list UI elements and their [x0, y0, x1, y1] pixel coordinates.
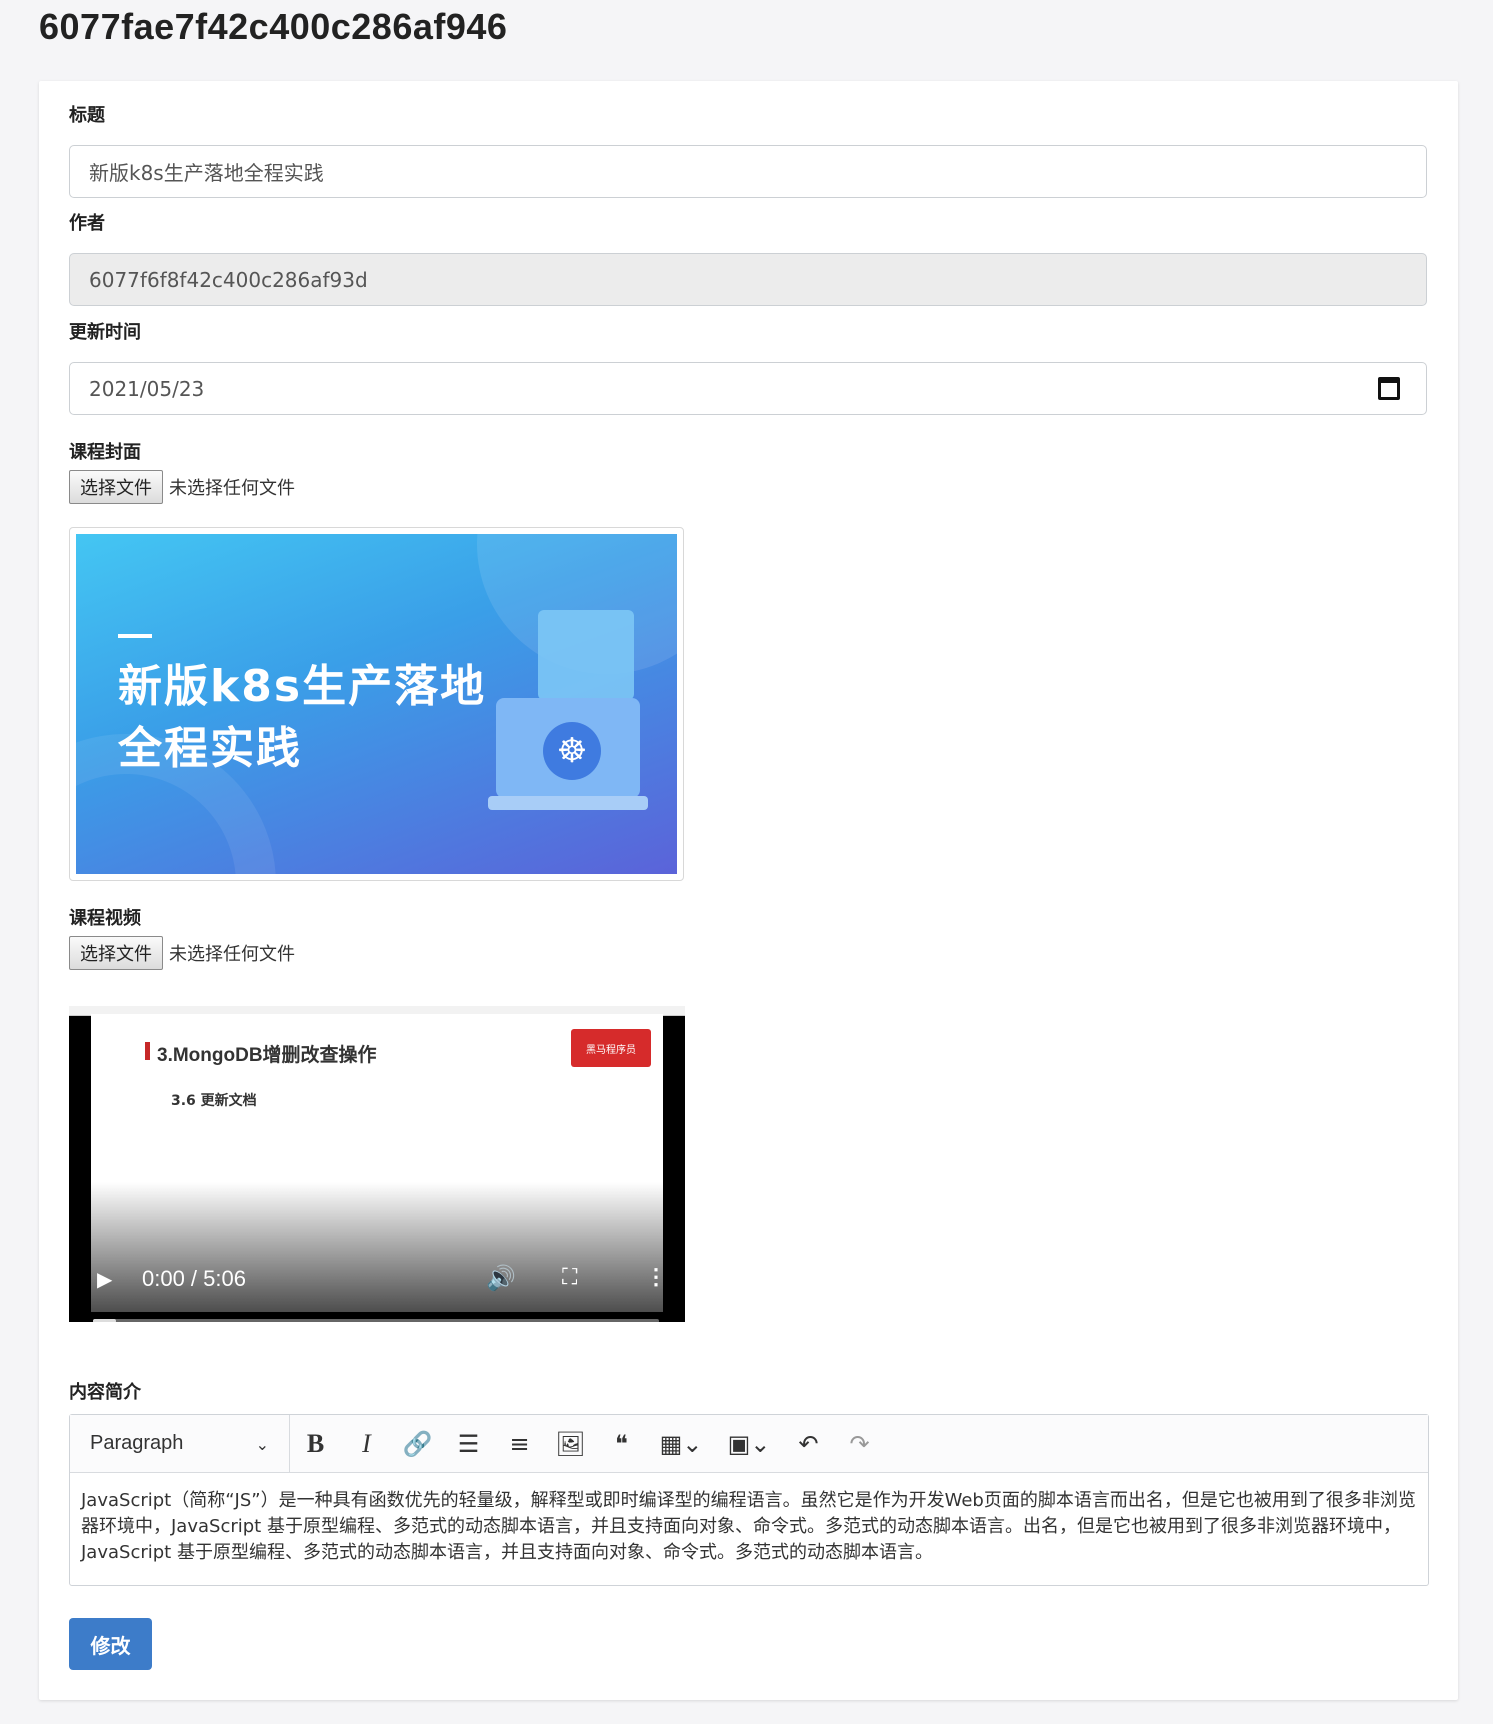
image-icon[interactable]: 🖼 [545, 1415, 596, 1472]
chevron-down-icon: ⌄ [255, 1437, 269, 1454]
numbered-list-icon[interactable]: ≡ [494, 1415, 545, 1472]
title-label: 标题 [69, 105, 105, 126]
blockquote-icon[interactable]: ❝ [596, 1415, 647, 1472]
cover-title-line-1: 新版k8s生产落地 [118, 661, 487, 712]
updated-date-value: 2021/05/23 [89, 376, 205, 401]
cover-choose-file-button[interactable]: 选择文件 [69, 470, 163, 504]
title-input[interactable]: 新版k8s生产落地全程实践 [69, 145, 1427, 198]
play-icon[interactable]: ▶ [97, 1267, 112, 1292]
cover-thumbnail: ☸ 新版k8s生产落地 全程实践 [69, 527, 684, 881]
video-time: 0:00 / 5:06 [142, 1266, 246, 1291]
video-player[interactable]: 3.MongoDB增删改查操作 3.6 更新文档 黑马程序员 ▶ 0:00 / … [69, 1006, 685, 1322]
course-edit-form: 标题 新版k8s生产落地全程实践 作者 6077f6f8f42c400c286a… [39, 81, 1458, 1700]
cover-file-status: 未选择任何文件 [169, 478, 295, 499]
video-slide-subheading: 3.6 更新文档 [171, 1093, 257, 1109]
more-options-icon[interactable]: ⋮ [645, 1264, 667, 1290]
video-progress-bar[interactable] [93, 1319, 659, 1322]
video-progress-fill [93, 1319, 116, 1322]
updated-time-label: 更新时间 [69, 322, 141, 343]
editor-toolbar: Paragraph ⌄ B I 🔗 ☰ ≡ 🖼 ❝ ▦⌄ ▣⌄ ↶ ↷ [70, 1415, 1428, 1473]
video-logo: 黑马程序员 [571, 1029, 651, 1067]
italic-icon[interactable]: I [341, 1415, 392, 1472]
redo-icon[interactable]: ↷ [834, 1415, 885, 1472]
fullscreen-icon[interactable]: ⛶ [562, 1264, 577, 1290]
format-select-value: Paragraph [90, 1432, 184, 1454]
volume-icon[interactable]: 🔊 [486, 1264, 516, 1293]
editor-content[interactable]: JavaScript（简称“JS”）是一种具有函数优先的轻量级，解释型或即时编译… [70, 1473, 1428, 1581]
video-choose-file-button[interactable]: 选择文件 [69, 936, 163, 970]
video-file-picker: 选择文件 未选择任何文件 [69, 936, 295, 970]
undo-icon[interactable]: ↶ [783, 1415, 834, 1472]
paragraph-format-select[interactable]: Paragraph ⌄ [70, 1415, 290, 1472]
bold-icon[interactable]: B [290, 1415, 341, 1472]
cover-file-picker: 选择文件 未选择任何文件 [69, 470, 295, 504]
submit-button[interactable]: 修改 [69, 1618, 152, 1670]
media-icon[interactable]: ▣⌄ [715, 1415, 783, 1472]
kubernetes-helm-icon: ☸ [543, 722, 601, 780]
rich-text-editor[interactable]: Paragraph ⌄ B I 🔗 ☰ ≡ 🖼 ❝ ▦⌄ ▣⌄ ↶ ↷ Java… [69, 1414, 1429, 1586]
cover-image: ☸ 新版k8s生产落地 全程实践 [76, 534, 677, 874]
updated-date-input[interactable]: 2021/05/23 [69, 362, 1427, 415]
video-label: 课程视频 [69, 908, 141, 929]
table-icon[interactable]: ▦⌄ [647, 1415, 715, 1472]
calendar-icon[interactable] [1378, 377, 1400, 400]
cover-label: 课程封面 [69, 442, 141, 463]
cover-title-line-2: 全程实践 [118, 723, 302, 774]
video-slide-heading: 3.MongoDB增删改查操作 [145, 1040, 377, 1067]
author-input: 6077f6f8f42c400c286af93d [69, 253, 1427, 306]
folder-icon [538, 610, 634, 700]
author-label: 作者 [69, 213, 105, 234]
link-icon[interactable]: 🔗 [392, 1415, 443, 1472]
intro-label: 内容简介 [69, 1382, 141, 1403]
page-title: 6077fae7f42c400c286af946 [39, 6, 508, 47]
video-file-status: 未选择任何文件 [169, 944, 295, 965]
bulleted-list-icon[interactable]: ☰ [443, 1415, 494, 1472]
